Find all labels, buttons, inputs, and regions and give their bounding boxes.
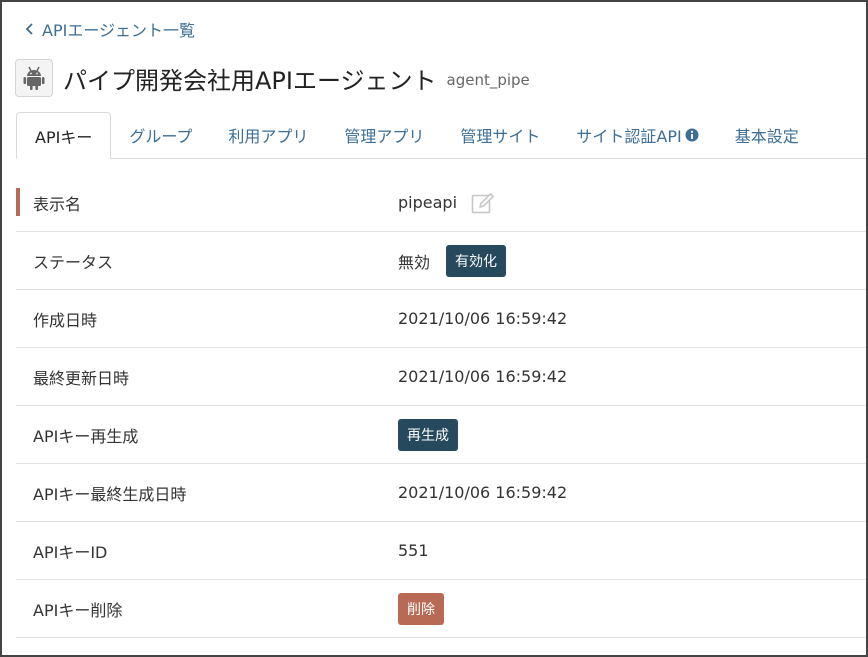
display-name-value: pipeapi: [398, 193, 458, 212]
tab-site-auth-api[interactable]: サイト認証API: [558, 112, 716, 158]
edit-icon[interactable]: [471, 192, 495, 214]
tab-group[interactable]: グループ: [111, 112, 210, 158]
agent-id: agent_pipe: [446, 71, 530, 89]
page-header: パイプ開発会社用APIエージェント agent_pipe: [15, 58, 530, 98]
row-key-id: APIキーID 551: [16, 522, 866, 580]
row-display-name: 表示名 pipeapi: [16, 174, 866, 232]
row-last-generated: APIキー最終生成日時 2021/10/06 16:59:42: [16, 464, 866, 522]
chevron-left-icon: [25, 23, 33, 35]
info-icon: [685, 128, 699, 142]
row-value: 2021/10/06 16:59:42: [398, 483, 567, 502]
tab-basic-settings[interactable]: 基本設定: [717, 112, 817, 158]
page-title: パイプ開発会社用APIエージェント: [63, 66, 437, 95]
enable-button[interactable]: 有効化: [446, 244, 507, 277]
row-value: 2021/10/06 16:59:42: [398, 309, 567, 328]
tab-label: グループ: [129, 127, 193, 146]
row-label: APIキー削除: [33, 600, 123, 620]
key-id-value: 551: [398, 541, 429, 560]
tab-bar: APIキー グループ 利用アプリ 管理アプリ 管理サイト サイト認証API 基本…: [16, 112, 866, 159]
delete-button[interactable]: 削除: [398, 592, 444, 625]
row-label: ステータス: [33, 252, 114, 272]
updated-value: 2021/10/06 16:59:42: [398, 367, 568, 386]
row-status: ステータス 無効 有効化: [16, 232, 866, 290]
created-value: 2021/10/06 16:59:42: [398, 309, 568, 328]
row-regenerate-key: APIキー再生成 再生成: [16, 406, 866, 464]
back-link-label: APIエージェント一覧: [42, 21, 195, 40]
page-frame: APIエージェント一覧 パイプ開発会社用APIエージェント agent_pipe…: [0, 0, 868, 657]
row-updated: 最終更新日時 2021/10/06 16:59:42: [16, 348, 866, 406]
row-label: APIキーID: [33, 542, 108, 562]
tab-label: 利用アプリ: [228, 127, 309, 146]
tab-label: APIキー: [35, 127, 93, 147]
row-value: 再生成: [398, 418, 458, 451]
detail-table: 表示名 pipeapi ステータス 無効 有効化 作成日時 2021/10/06…: [16, 174, 866, 638]
tab-label: 基本設定: [734, 127, 799, 146]
row-value: 削除: [398, 592, 444, 625]
row-value: 2021/10/06 16:59:42: [398, 367, 567, 386]
tab-label: 管理サイト: [460, 127, 541, 146]
last-generated-value: 2021/10/06 16:59:42: [398, 483, 568, 502]
row-label: 表示名: [33, 194, 82, 214]
active-row-marker: [16, 188, 20, 216]
tab-managed-apps[interactable]: 管理アプリ: [326, 112, 442, 158]
tab-label: 管理アプリ: [344, 127, 425, 146]
tab-used-apps[interactable]: 利用アプリ: [210, 112, 326, 158]
row-created: 作成日時 2021/10/06 16:59:42: [16, 290, 866, 348]
status-value: 無効: [398, 252, 431, 272]
row-label: APIキー最終生成日時: [33, 484, 187, 504]
tab-label: サイト認証API: [576, 127, 682, 146]
row-value: pipeapi: [398, 192, 495, 214]
row-value: 無効 有効化: [398, 244, 507, 277]
tab-api-key[interactable]: APIキー: [16, 112, 112, 159]
row-label: 最終更新日時: [33, 368, 130, 388]
back-link[interactable]: APIエージェント一覧: [22, 17, 195, 41]
row-value: 551: [398, 541, 429, 560]
row-label: 作成日時: [33, 310, 98, 330]
android-icon: [15, 59, 53, 97]
row-delete-key: APIキー削除 削除: [16, 580, 866, 638]
regenerate-button[interactable]: 再生成: [398, 418, 458, 451]
tab-managed-sites[interactable]: 管理サイト: [442, 112, 558, 158]
row-label: APIキー再生成: [33, 426, 139, 446]
